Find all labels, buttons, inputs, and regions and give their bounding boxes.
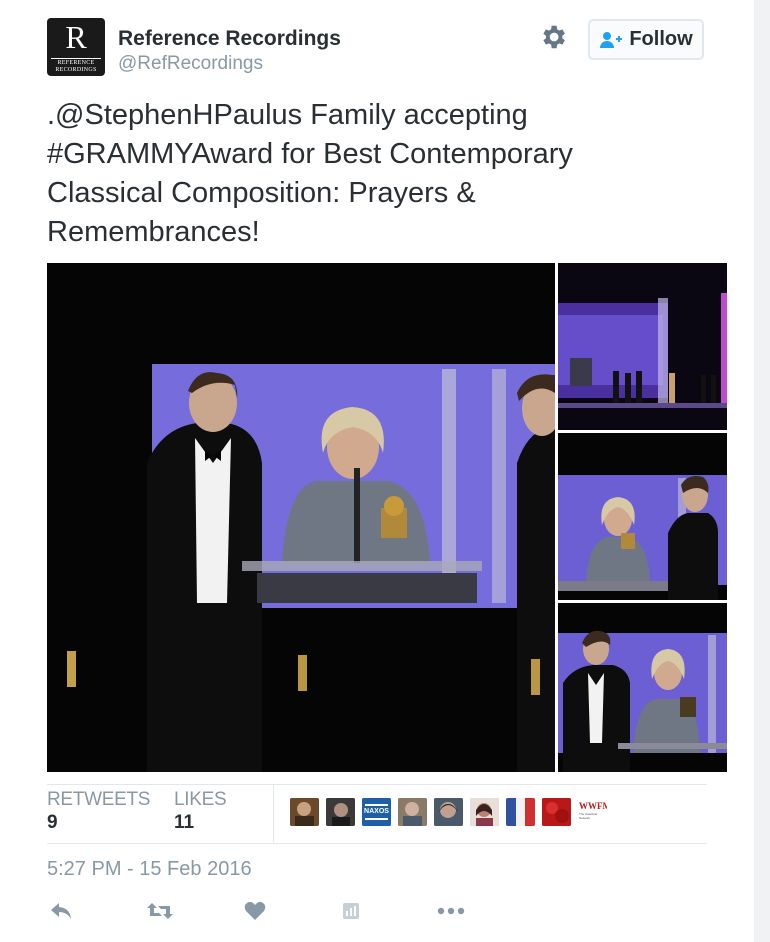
naxos-logo-text: NAXOS	[364, 808, 389, 815]
reply-icon[interactable]	[49, 898, 73, 924]
tweet-activity-icon[interactable]	[341, 898, 361, 924]
likers-avatars: NAXOS WWFM The Classical Network	[290, 798, 607, 826]
follow-button[interactable]: Follow	[588, 19, 704, 60]
liker-avatar[interactable]	[290, 798, 319, 826]
liker-avatar-naxos[interactable]: NAXOS	[362, 798, 391, 826]
add-user-icon	[600, 31, 623, 48]
wwfm-logo-subtext: The Classical Network	[579, 812, 598, 820]
avatar-monogram: R	[65, 19, 87, 55]
gear-icon[interactable]	[538, 22, 568, 52]
liker-avatar[interactable]	[506, 798, 535, 826]
avatar-divider	[51, 58, 101, 59]
liker-avatar[interactable]	[542, 798, 571, 826]
like-icon[interactable]	[243, 898, 267, 924]
liker-avatar[interactable]	[398, 798, 427, 826]
retweets-count[interactable]: 9	[47, 812, 58, 834]
stats-separator	[273, 785, 274, 842]
likes-label[interactable]: LIKES	[174, 789, 227, 811]
liker-avatar[interactable]	[470, 798, 499, 826]
retweets-label[interactable]: RETWEETS	[47, 789, 150, 811]
tweet-timestamp[interactable]: 5:27 PM - 15 Feb 2016	[47, 858, 252, 881]
more-icon[interactable]	[436, 898, 466, 924]
stats-top-divider	[47, 784, 707, 785]
account-name[interactable]: Reference Recordings	[118, 27, 341, 51]
media-photo-thumb-2[interactable]	[558, 433, 727, 600]
wwfm-logo-text: WWFM	[579, 801, 607, 811]
account-avatar[interactable]: R REFERENCE RECORDINGS	[47, 18, 105, 76]
retweet-icon[interactable]	[146, 898, 174, 924]
media-photo-main[interactable]	[47, 263, 555, 772]
media-photo-thumb-3[interactable]	[558, 603, 727, 772]
media-photo-thumb-1[interactable]	[558, 263, 727, 430]
account-handle[interactable]: @RefRecordings	[118, 53, 263, 75]
liker-avatar[interactable]	[326, 798, 355, 826]
avatar-wordmark: REFERENCE RECORDINGS	[55, 60, 97, 73]
tweet-text: .@StephenHPaulus Family accepting #GRAMM…	[47, 99, 573, 248]
page-scroll-gutter	[754, 0, 770, 942]
tweet-media-grid	[47, 263, 727, 772]
liker-avatar[interactable]	[434, 798, 463, 826]
stats-bottom-divider	[47, 843, 707, 844]
follow-button-label: Follow	[629, 28, 693, 50]
liker-avatar-wwfm[interactable]: WWFM The Classical Network	[578, 798, 607, 826]
likes-count[interactable]: 11	[174, 812, 194, 834]
